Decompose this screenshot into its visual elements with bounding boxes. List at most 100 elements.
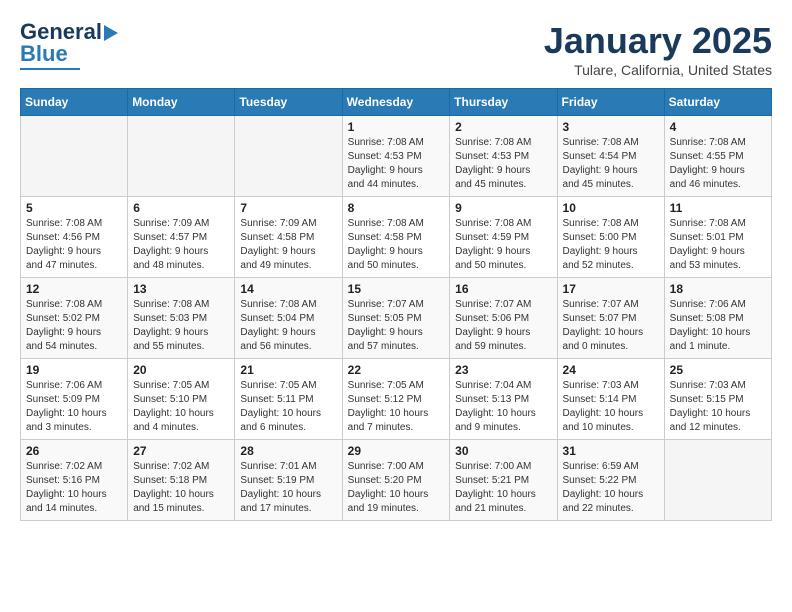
calendar-cell: 16Sunrise: 7:07 AM Sunset: 5:06 PM Dayli… — [450, 278, 557, 359]
week-row-2: 12Sunrise: 7:08 AM Sunset: 5:02 PM Dayli… — [21, 278, 772, 359]
month-title: January 2025 — [544, 20, 772, 62]
day-number: 10 — [563, 201, 659, 215]
day-number: 8 — [348, 201, 445, 215]
day-number: 1 — [348, 120, 445, 134]
calendar-cell: 7 Sunrise: 7:09 AM Sunset: 4:58 PM Daylig… — [235, 197, 342, 278]
calendar-cell — [664, 440, 771, 521]
calendar-cell: 11 Sunrise: 7:08 AM Sunset: 5:01 PM Dayli… — [664, 197, 771, 278]
day-number: 5 — [26, 201, 122, 215]
week-row-4: 26 Sunrise: 7:02 AM Sunset: 5:16 PM Dayli… — [21, 440, 772, 521]
weekday-header-sunday: Sunday — [21, 89, 128, 116]
day-number: 31 — [563, 444, 659, 458]
day-info: Sunrise: 7:08 AM Sunset: 4:55 PM Dayligh… — [670, 136, 766, 192]
day-number: 29 — [348, 444, 445, 458]
calendar-cell: 21 Sunrise: 7:05 AM Sunset: 5:11 PM Dayli… — [235, 359, 342, 440]
logo-text2: Blue — [20, 42, 68, 66]
calendar-cell: 27 Sunrise: 7:02 AM Sunset: 5:18 PM Dayli… — [128, 440, 235, 521]
day-number: 19 — [26, 363, 122, 377]
day-number: 4 — [670, 120, 766, 134]
day-number: 27 — [133, 444, 229, 458]
calendar-cell: 4 Sunrise: 7:08 AM Sunset: 4:55 PM Daylig… — [664, 116, 771, 197]
day-number: 30 — [455, 444, 551, 458]
day-number: 20 — [133, 363, 229, 377]
weekday-header-monday: Monday — [128, 89, 235, 116]
day-info: Sunrise: 7:05 AM Sunset: 5:12 PM Dayligh… — [348, 379, 445, 435]
calendar-cell: 24 Sunrise: 7:03 AM Sunset: 5:14 PM Dayli… — [557, 359, 664, 440]
day-info: Sunrise: 7:05 AM Sunset: 5:11 PM Dayligh… — [240, 379, 336, 435]
day-number: 25 — [670, 363, 766, 377]
weekday-header-tuesday: Tuesday — [235, 89, 342, 116]
calendar-cell: 2 Sunrise: 7:08 AM Sunset: 4:53 PM Daylig… — [450, 116, 557, 197]
day-info: Sunrise: 7:03 AM Sunset: 5:15 PM Dayligh… — [670, 379, 766, 435]
day-number: 2 — [455, 120, 551, 134]
calendar-cell: 6Sunrise: 7:09 AM Sunset: 4:57 PM Daylig… — [128, 197, 235, 278]
calendar-cell: 18 Sunrise: 7:06 AM Sunset: 5:08 PM Dayli… — [664, 278, 771, 359]
day-number: 23 — [455, 363, 551, 377]
day-number: 9 — [455, 201, 551, 215]
day-number: 24 — [563, 363, 659, 377]
calendar-cell: 28Sunrise: 7:01 AM Sunset: 5:19 PM Dayli… — [235, 440, 342, 521]
calendar-cell: 29 Sunrise: 7:00 AM Sunset: 5:20 PM Dayli… — [342, 440, 450, 521]
day-info: Sunrise: 7:08 AM Sunset: 4:56 PM Dayligh… — [26, 217, 122, 273]
day-info: Sunrise: 7:08 AM Sunset: 5:01 PM Dayligh… — [670, 217, 766, 273]
calendar-cell: 19 Sunrise: 7:06 AM Sunset: 5:09 PM Dayli… — [21, 359, 128, 440]
week-row-1: 5 Sunrise: 7:08 AM Sunset: 4:56 PM Daylig… — [21, 197, 772, 278]
page-header: General Blue January 2025 Tulare, Califo… — [20, 20, 772, 78]
calendar-cell: 10Sunrise: 7:08 AM Sunset: 5:00 PM Dayli… — [557, 197, 664, 278]
day-number: 16 — [455, 282, 551, 296]
day-info: Sunrise: 7:02 AM Sunset: 5:18 PM Dayligh… — [133, 460, 229, 516]
day-info: Sunrise: 7:09 AM Sunset: 4:57 PM Dayligh… — [133, 217, 229, 273]
calendar-cell: 26 Sunrise: 7:02 AM Sunset: 5:16 PM Dayli… — [21, 440, 128, 521]
calendar-cell: 15 Sunrise: 7:07 AM Sunset: 5:05 PM Dayli… — [342, 278, 450, 359]
day-info: Sunrise: 7:00 AM Sunset: 5:20 PM Dayligh… — [348, 460, 445, 516]
calendar-cell: 22 Sunrise: 7:05 AM Sunset: 5:12 PM Dayli… — [342, 359, 450, 440]
day-info: Sunrise: 7:06 AM Sunset: 5:09 PM Dayligh… — [26, 379, 122, 435]
calendar-cell: 5 Sunrise: 7:08 AM Sunset: 4:56 PM Daylig… — [21, 197, 128, 278]
day-number: 21 — [240, 363, 336, 377]
day-info: Sunrise: 7:08 AM Sunset: 4:58 PM Dayligh… — [348, 217, 445, 273]
logo: General Blue — [20, 20, 118, 70]
title-area: January 2025 Tulare, California, United … — [544, 20, 772, 78]
day-info: Sunrise: 7:05 AM Sunset: 5:10 PM Dayligh… — [133, 379, 229, 435]
day-number: 17 — [563, 282, 659, 296]
calendar-cell: 1 Sunrise: 7:08 AM Sunset: 4:53 PM Daylig… — [342, 116, 450, 197]
calendar-cell: 8 Sunrise: 7:08 AM Sunset: 4:58 PM Daylig… — [342, 197, 450, 278]
day-info: Sunrise: 6:59 AM Sunset: 5:22 PM Dayligh… — [563, 460, 659, 516]
calendar-cell — [128, 116, 235, 197]
day-info: Sunrise: 7:08 AM Sunset: 4:53 PM Dayligh… — [348, 136, 445, 192]
day-number: 28 — [240, 444, 336, 458]
day-number: 13 — [133, 282, 229, 296]
day-info: Sunrise: 7:07 AM Sunset: 5:05 PM Dayligh… — [348, 298, 445, 354]
calendar-cell: 17Sunrise: 7:07 AM Sunset: 5:07 PM Dayli… — [557, 278, 664, 359]
day-number: 7 — [240, 201, 336, 215]
weekday-header-friday: Friday — [557, 89, 664, 116]
weekday-header-wednesday: Wednesday — [342, 89, 450, 116]
week-row-0: 1 Sunrise: 7:08 AM Sunset: 4:53 PM Daylig… — [21, 116, 772, 197]
day-info: Sunrise: 7:03 AM Sunset: 5:14 PM Dayligh… — [563, 379, 659, 435]
day-info: Sunrise: 7:08 AM Sunset: 4:53 PM Dayligh… — [455, 136, 551, 192]
day-number: 3 — [563, 120, 659, 134]
weekday-header-row: SundayMondayTuesdayWednesdayThursdayFrid… — [21, 89, 772, 116]
calendar-cell: 30Sunrise: 7:00 AM Sunset: 5:21 PM Dayli… — [450, 440, 557, 521]
day-info: Sunrise: 7:02 AM Sunset: 5:16 PM Dayligh… — [26, 460, 122, 516]
day-number: 11 — [670, 201, 766, 215]
day-info: Sunrise: 7:09 AM Sunset: 4:58 PM Dayligh… — [240, 217, 336, 273]
day-info: Sunrise: 7:08 AM Sunset: 4:54 PM Dayligh… — [563, 136, 659, 192]
calendar-cell: 31 Sunrise: 6:59 AM Sunset: 5:22 PM Dayli… — [557, 440, 664, 521]
calendar-cell: 25 Sunrise: 7:03 AM Sunset: 5:15 PM Dayli… — [664, 359, 771, 440]
calendar-cell: 3 Sunrise: 7:08 AM Sunset: 4:54 PM Daylig… — [557, 116, 664, 197]
calendar-cell: 14Sunrise: 7:08 AM Sunset: 5:04 PM Dayli… — [235, 278, 342, 359]
day-info: Sunrise: 7:06 AM Sunset: 5:08 PM Dayligh… — [670, 298, 766, 354]
day-number: 18 — [670, 282, 766, 296]
day-number: 15 — [348, 282, 445, 296]
day-info: Sunrise: 7:08 AM Sunset: 5:03 PM Dayligh… — [133, 298, 229, 354]
day-info: Sunrise: 7:08 AM Sunset: 5:04 PM Dayligh… — [240, 298, 336, 354]
calendar-cell: 23Sunrise: 7:04 AM Sunset: 5:13 PM Dayli… — [450, 359, 557, 440]
week-row-3: 19 Sunrise: 7:06 AM Sunset: 5:09 PM Dayli… — [21, 359, 772, 440]
day-number: 22 — [348, 363, 445, 377]
calendar-cell: 9Sunrise: 7:08 AM Sunset: 4:59 PM Daylig… — [450, 197, 557, 278]
day-number: 26 — [26, 444, 122, 458]
weekday-header-saturday: Saturday — [664, 89, 771, 116]
calendar-cell — [21, 116, 128, 197]
calendar-cell: 20 Sunrise: 7:05 AM Sunset: 5:10 PM Dayli… — [128, 359, 235, 440]
